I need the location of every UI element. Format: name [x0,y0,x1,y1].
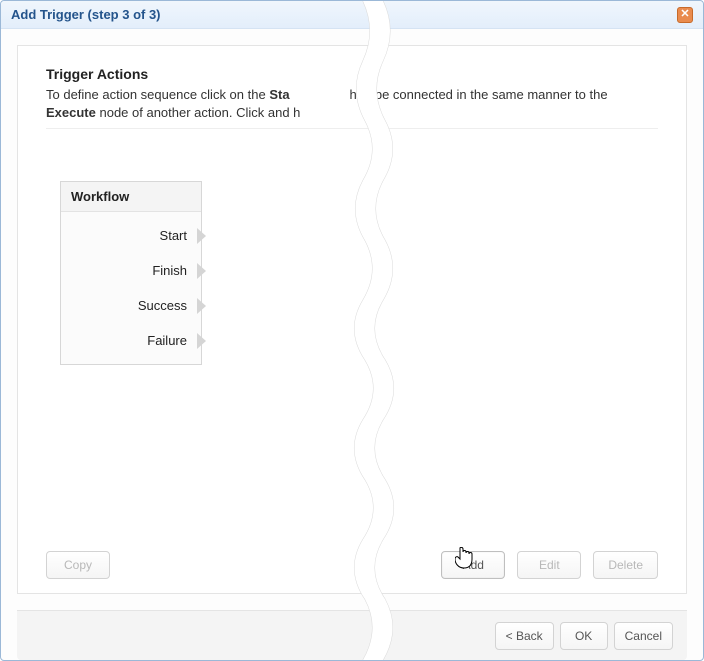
section-instructions: To define action sequence click on the S… [46,86,658,129]
workflow-node-label: Finish [152,263,187,278]
panel-button-row: Copy Add Edit Delete [46,551,658,579]
dialog-title: Add Trigger (step 3 of 3) [11,7,677,22]
instruction-bold-start: Sta [269,87,289,102]
workflow-body: Start Finish Success Failure [61,212,201,364]
cancel-button[interactable]: Cancel [614,622,673,650]
copy-button[interactable]: Copy [46,551,110,579]
workflow-canvas[interactable]: Workflow Start Finish Success Failure [46,129,658,543]
trigger-actions-panel: Trigger Actions To define action sequenc… [17,45,687,594]
delete-button[interactable]: Delete [593,551,658,579]
edit-button[interactable]: Edit [517,551,581,579]
instruction-text-post: node of another action. Click and h [96,105,301,120]
workflow-node-success[interactable]: Success [61,288,197,323]
workflow-node-label: Success [138,298,187,313]
workflow-node-label: Failure [147,333,187,348]
workflow-node-label: Start [160,228,187,243]
instruction-text: To define action sequence click on the [46,87,269,102]
dialog-footer: < Back OK Cancel [17,610,687,660]
instruction-text-mid: hen be connected in the same manner to t… [350,87,608,102]
close-icon[interactable]: ✕ [677,7,693,23]
dialog-content: Trigger Actions To define action sequenc… [1,29,703,660]
add-trigger-dialog: Add Trigger (step 3 of 3) ✕ Trigger Acti… [0,0,704,661]
add-button[interactable]: Add [441,551,505,579]
back-button[interactable]: < Back [495,622,554,650]
workflow-node-finish[interactable]: Finish [61,253,197,288]
ok-button[interactable]: OK [560,622,608,650]
section-heading: Trigger Actions [46,66,658,82]
workflow-header: Workflow [61,182,201,212]
workflow-node-failure[interactable]: Failure [61,323,197,358]
workflow-box[interactable]: Workflow Start Finish Success Failure [60,181,202,365]
dialog-titlebar: Add Trigger (step 3 of 3) ✕ [1,1,703,29]
instruction-bold-execute: Execute [46,105,96,120]
spacer [122,551,429,579]
workflow-node-start[interactable]: Start [61,218,197,253]
